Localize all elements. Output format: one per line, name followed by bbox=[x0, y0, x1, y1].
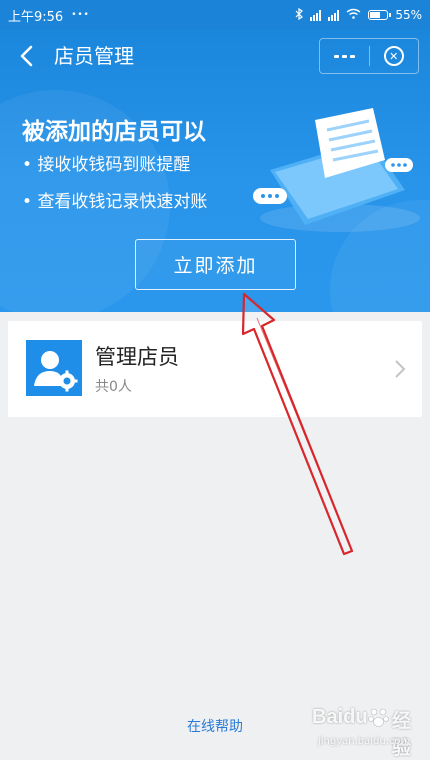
baidu-jingyan-watermark: Baidu 经验 jingyan.baidu.com bbox=[312, 706, 424, 759]
back-button[interactable] bbox=[14, 42, 42, 70]
signal-icon-2 bbox=[328, 9, 340, 21]
watermark-sub: 经验 bbox=[392, 710, 412, 759]
more-icon bbox=[333, 54, 339, 58]
bluetooth-icon bbox=[295, 7, 304, 23]
more-button[interactable] bbox=[320, 39, 369, 73]
page-title: 店员管理 bbox=[54, 44, 134, 68]
nav-bar: 店员管理 ✕ bbox=[0, 30, 430, 82]
add-staff-button[interactable]: 立即添加 bbox=[135, 239, 296, 290]
status-time: 上午9:56 bbox=[8, 9, 64, 25]
card-title: 管理店员 bbox=[95, 345, 179, 369]
battery-icon bbox=[368, 10, 392, 20]
more-icon-dot bbox=[341, 54, 347, 58]
promo-heading: 被添加的店员可以 bbox=[22, 119, 206, 145]
battery-percent: 55% bbox=[395, 8, 422, 22]
wifi-icon bbox=[346, 8, 361, 22]
watermark-url: jingyan.baidu.com bbox=[318, 736, 411, 747]
manage-staff-card[interactable]: 管理店员 共0人 bbox=[8, 321, 422, 417]
more-icon-dot bbox=[349, 54, 355, 58]
close-button[interactable]: ✕ bbox=[370, 39, 419, 73]
close-icon: ✕ bbox=[383, 46, 404, 66]
notification-dots: • • • bbox=[71, 10, 89, 20]
promo-bullet-2: 查看收钱记录快速对账 bbox=[22, 187, 207, 212]
mini-program-capsule: ✕ bbox=[319, 38, 419, 74]
paw-icon bbox=[368, 708, 389, 727]
staff-settings-icon bbox=[26, 340, 82, 396]
signal-icon bbox=[310, 9, 322, 21]
status-bar: 上午9:56 • • • 55% bbox=[0, 0, 430, 30]
back-arrow-icon bbox=[20, 45, 33, 67]
phone-receipt-illustration bbox=[253, 108, 420, 232]
promo-banner: 店员管理 ✕ 被添加的店员可以 接收收钱码到账提醒 查看收钱记录快速对账 立即添… bbox=[0, 30, 430, 312]
chevron-right-icon bbox=[395, 360, 406, 378]
promo-bullet-1: 接收收钱码到账提醒 bbox=[22, 150, 190, 175]
staff-count: 共0人 bbox=[95, 379, 132, 395]
watermark-brand: Baidu bbox=[312, 706, 368, 728]
